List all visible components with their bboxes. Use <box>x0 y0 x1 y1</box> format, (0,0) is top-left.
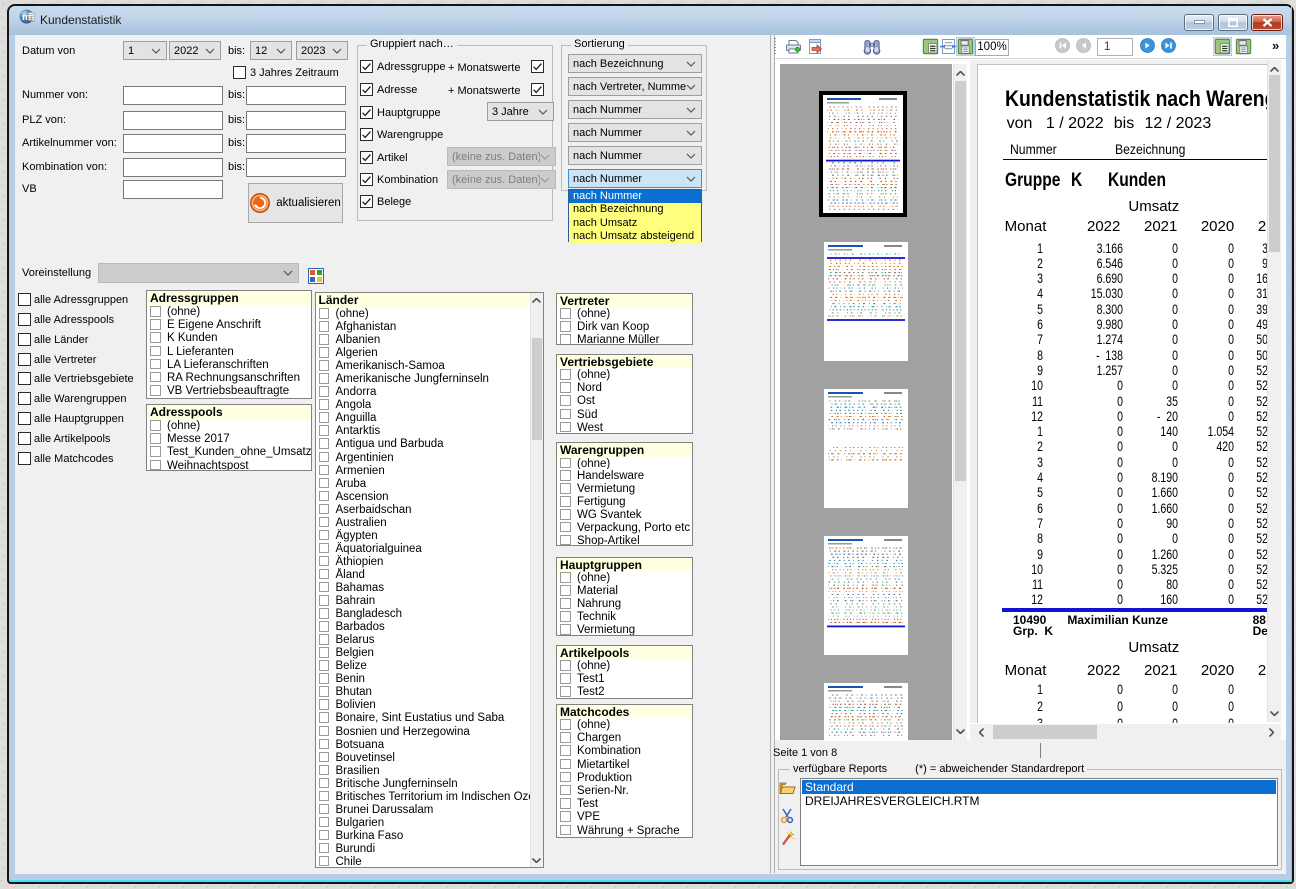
svg-text:L: L <box>30 17 34 24</box>
